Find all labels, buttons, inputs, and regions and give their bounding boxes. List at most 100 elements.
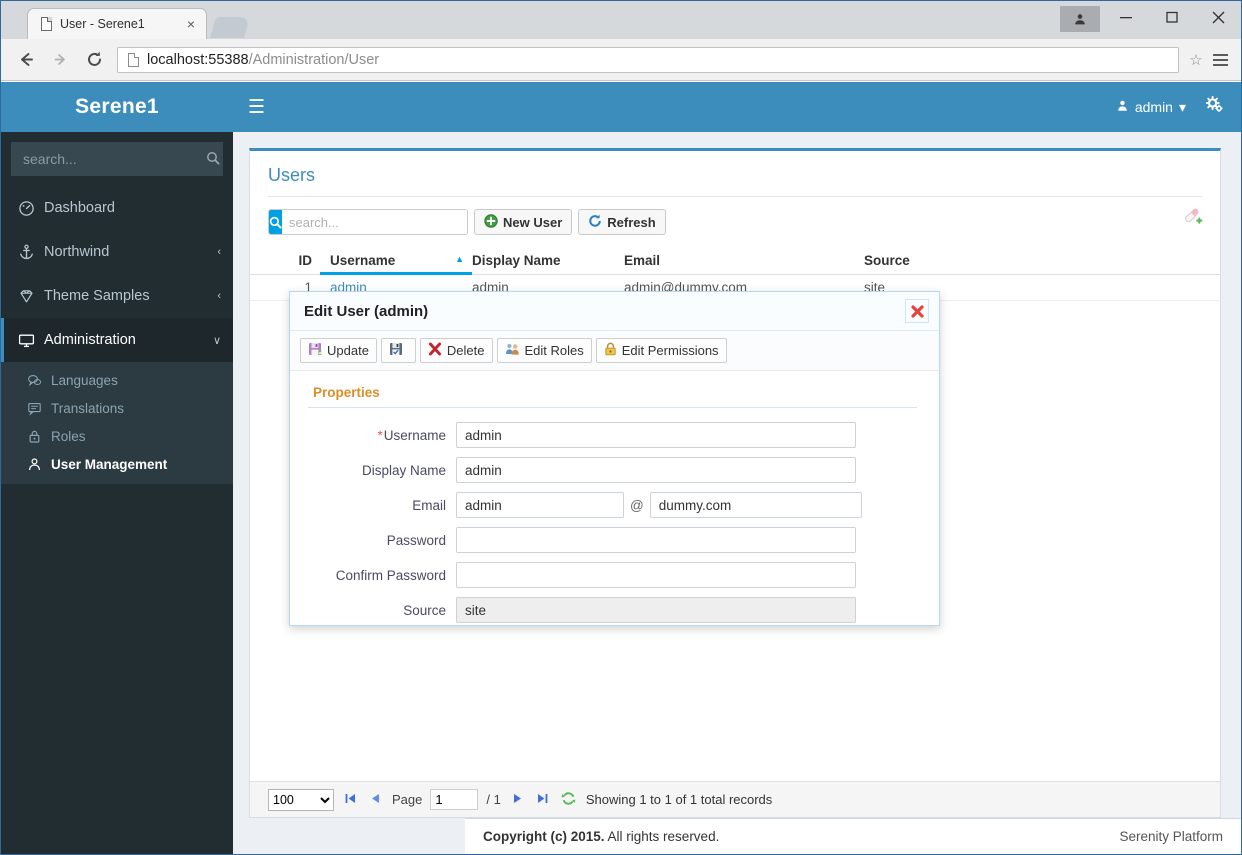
edit-user-dialog: Edit User (admin) Update Delete Edit Rol…	[289, 291, 940, 626]
sidebar-subitem-label: Translations	[51, 400, 125, 416]
reload-icon[interactable]	[77, 45, 111, 75]
update-button[interactable]: Update	[300, 338, 377, 363]
sidebar-item-roles[interactable]: Roles	[1, 422, 233, 450]
username-label: *Username	[308, 428, 456, 443]
back-icon[interactable]	[9, 45, 43, 75]
bookmark-star-icon[interactable]: ☆	[1185, 51, 1207, 69]
field-row-username: *Username	[308, 422, 917, 448]
sidebar-item-theme-samples[interactable]: Theme Samples ‹	[1, 274, 233, 318]
sidebar-item-dashboard[interactable]: Dashboard	[1, 186, 233, 230]
url-text: localhost:55388/Administration/User	[147, 52, 379, 68]
close-icon[interactable]	[905, 299, 929, 323]
edit-permissions-label: Edit Permissions	[621, 343, 719, 358]
footer-platform: Serenity Platform	[1119, 829, 1223, 844]
required-marker: *	[377, 427, 383, 443]
page-size-select[interactable]: 100	[268, 788, 334, 811]
apply-changes-button[interactable]	[380, 338, 416, 363]
sidebar-item-user-management[interactable]: User Management	[1, 450, 233, 478]
confirm-password-label: Confirm Password	[335, 567, 446, 583]
user-icon	[27, 457, 51, 472]
edit-roles-label: Edit Roles	[524, 343, 584, 358]
new-tab-button[interactable]	[209, 17, 251, 38]
sidebar-subitem-label: Languages	[51, 372, 118, 388]
new-user-button[interactable]: New User	[474, 209, 573, 235]
grid-toolbar: New User Refresh	[250, 197, 1220, 245]
dialog-header[interactable]: Edit User (admin)	[290, 292, 939, 331]
edit-roles-button[interactable]: Edit Roles	[496, 338, 592, 363]
monitor-icon	[18, 332, 44, 349]
pager-info: Showing 1 to 1 of 1 total records	[585, 792, 773, 807]
footer-copyright: Copyright (c) 2015. All rights reserved.	[483, 829, 719, 844]
page-footer: Copyright (c) 2015. All rights reserved.…	[465, 818, 1241, 854]
search-input[interactable]	[282, 210, 467, 234]
prev-page-button[interactable]	[367, 792, 384, 808]
forward-icon[interactable]	[43, 45, 77, 75]
search-icon[interactable]	[206, 151, 220, 168]
confirm-password-field[interactable]	[456, 562, 856, 588]
last-page-button[interactable]	[534, 792, 551, 808]
chevron-down-icon: ∨	[212, 334, 221, 347]
gears-icon[interactable]	[1200, 95, 1241, 118]
display-name-field[interactable]	[456, 457, 856, 483]
lock-gold-icon	[604, 342, 617, 359]
comment-icon	[27, 401, 51, 416]
chevron-left-icon: ‹	[217, 246, 221, 258]
refresh-button[interactable]: Refresh	[578, 209, 666, 235]
page-number-input[interactable]	[430, 789, 479, 810]
column-header-id[interactable]: ID	[268, 253, 320, 274]
delete-button[interactable]: Delete	[419, 338, 493, 363]
category-divider	[308, 407, 917, 408]
url-path: /Administration/User	[248, 51, 380, 68]
sidebar-item-administration[interactable]: Administration ∨	[1, 318, 233, 362]
sidebar-item-label: Theme Samples	[44, 288, 150, 304]
column-picker-icon[interactable]	[1182, 205, 1204, 227]
lock-icon	[27, 429, 51, 444]
footer-copyright-rest: All rights reserved.	[604, 829, 720, 844]
username-field[interactable]	[456, 422, 856, 448]
first-page-button[interactable]	[342, 792, 359, 808]
email-label: Email	[412, 497, 446, 513]
quick-search[interactable]	[268, 209, 468, 235]
maximize-button[interactable]	[1149, 1, 1195, 33]
edit-permissions-button[interactable]: Edit Permissions	[595, 338, 727, 363]
password-field[interactable]	[456, 527, 856, 553]
search-icon[interactable]	[269, 210, 282, 234]
comments-icon	[27, 373, 51, 388]
user-icon	[1116, 99, 1129, 115]
column-header-label: Username	[330, 253, 396, 268]
browser-tab[interactable]: User - Serene1 ×	[27, 8, 207, 39]
pager-refresh-icon[interactable]	[559, 791, 578, 809]
navbar-username: admin	[1134, 99, 1173, 115]
navbar-user-menu[interactable]: admin ▾	[1102, 99, 1200, 116]
column-header-source[interactable]: Source	[864, 253, 984, 274]
sidebar-item-label: Administration	[44, 332, 136, 348]
field-row-email: Email @	[308, 492, 917, 518]
url-host: localhost:55388	[147, 51, 249, 68]
email-domain-field[interactable]	[649, 492, 862, 518]
sidebar-item-translations[interactable]: Translations	[1, 394, 233, 422]
close-icon[interactable]: ×	[182, 17, 200, 31]
top-navbar: ☰ admin ▾	[233, 82, 1241, 132]
minimize-button[interactable]	[1103, 1, 1149, 33]
display-name-label: Display Name	[361, 462, 446, 478]
address-bar[interactable]: localhost:55388/Administration/User	[117, 46, 1179, 73]
sidebar-item-languages[interactable]: Languages	[1, 366, 233, 394]
at-sign: @	[630, 497, 644, 513]
tab-title: User - Serene1	[60, 17, 145, 31]
browser-menu-icon[interactable]	[1207, 53, 1233, 66]
browser-tabstrip: User - Serene1 ×	[1, 1, 1241, 39]
column-header-display-name[interactable]: Display Name	[472, 253, 624, 274]
sidebar-toggle-icon[interactable]: ☰	[248, 98, 265, 117]
brand-logo[interactable]: Serene1	[1, 82, 233, 132]
roles-users-icon	[505, 342, 520, 359]
grid-pager: 100 Page / 1	[250, 781, 1220, 817]
column-header-username[interactable]: Username ▲	[320, 253, 472, 275]
sidebar-item-northwind[interactable]: Northwind ‹	[1, 230, 233, 274]
column-header-email[interactable]: Email	[624, 253, 864, 274]
sidebar-search[interactable]	[11, 142, 223, 176]
email-field[interactable]	[456, 492, 624, 518]
sidebar-search-input[interactable]	[21, 150, 206, 168]
next-page-button[interactable]	[509, 792, 526, 808]
close-button[interactable]	[1195, 1, 1241, 33]
profile-button[interactable]	[1057, 1, 1103, 33]
